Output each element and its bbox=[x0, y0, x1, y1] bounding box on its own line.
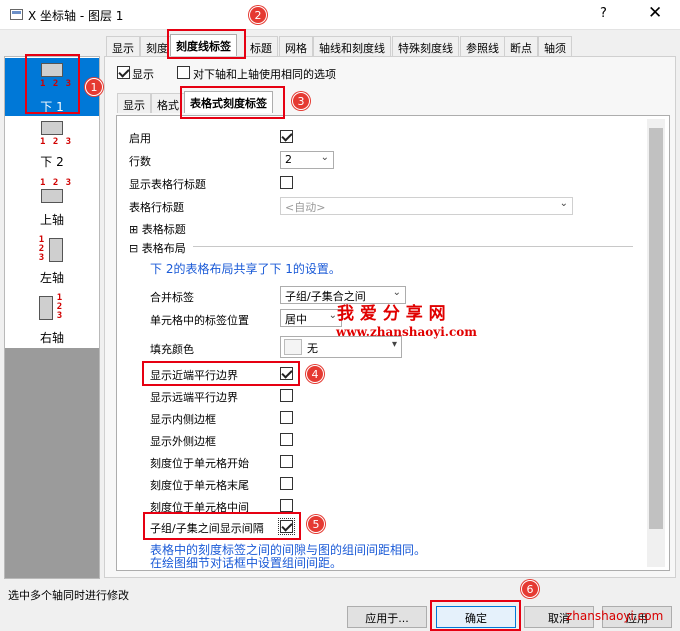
inner-border-checkbox[interactable] bbox=[280, 411, 293, 424]
status-text: 选中多个轴同时进行修改 bbox=[8, 589, 129, 602]
step-badge-3: 3 bbox=[292, 92, 310, 110]
shared-layout-note: 下 2的表格布局共享了下 1的设置。 bbox=[150, 262, 341, 276]
window-title: X 坐标轴 - 图层 1 bbox=[28, 9, 124, 23]
table-layout-label: 表格布局 bbox=[141, 242, 186, 255]
tick-start-checkbox[interactable] bbox=[280, 455, 293, 468]
rows-value: 2 bbox=[285, 153, 292, 166]
tick-labels: 1 2 3 bbox=[40, 178, 73, 188]
row-title-label: 表格行标题 bbox=[129, 201, 184, 214]
chevron-down-icon: ⌄ bbox=[328, 310, 337, 321]
axis-item-bottom-2[interactable]: 1 2 3 下 2 bbox=[5, 119, 99, 175]
chevron-down-icon: ⌄ bbox=[392, 287, 401, 298]
collapse-icon: ⊟ bbox=[129, 242, 142, 255]
axis-item-right[interactable]: 1 2 3 右轴 bbox=[5, 293, 99, 349]
show-row-title-label: 显示表格行标题 bbox=[129, 178, 206, 191]
color-swatch bbox=[284, 339, 302, 355]
axis-item-label: 左轴 bbox=[39, 271, 64, 285]
tab-tick-labels[interactable]: 刻度线标签 bbox=[170, 34, 237, 56]
close-button[interactable]: ✕ bbox=[648, 3, 662, 23]
label-position-label: 单元格中的标签位置 bbox=[150, 314, 249, 327]
fill-color-label: 填充颜色 bbox=[150, 343, 194, 356]
title-bar: X 坐标轴 - 图层 1 ? ✕ bbox=[0, 0, 680, 30]
scrollbar-thumb[interactable] bbox=[649, 128, 663, 529]
watermark-corner: zhanshaoyi.com bbox=[566, 609, 664, 623]
subtab-display[interactable]: 显示 bbox=[117, 93, 151, 113]
table-title-group[interactable]: ⊞ 表格标题 bbox=[129, 221, 186, 237]
group-divider bbox=[193, 246, 633, 247]
axis-left-icon bbox=[49, 238, 63, 262]
tick-end-label: 刻度位于单元格末尾 bbox=[150, 479, 249, 492]
label-position-value: 居中 bbox=[285, 313, 307, 326]
annotation-box-4 bbox=[142, 361, 300, 386]
tick-labels: 1 2 3 bbox=[40, 137, 73, 147]
tab-line-ticks[interactable]: 轴线和刻度线 bbox=[313, 36, 391, 56]
tick-labels: 1 2 3 bbox=[38, 235, 46, 263]
tick-labels: 1 2 3 bbox=[56, 293, 64, 321]
annotation-box-6 bbox=[430, 600, 521, 631]
show-checkbox[interactable] bbox=[117, 66, 130, 79]
step-badge-2: 2 bbox=[249, 6, 267, 24]
tick-end-checkbox[interactable] bbox=[280, 477, 293, 490]
annotation-box-1 bbox=[25, 54, 80, 114]
subtab-table-labels[interactable]: 表格式刻度标签 bbox=[184, 91, 273, 113]
table-layout-group[interactable]: ⊟ 表格布局 bbox=[129, 240, 186, 256]
same-options-label: 对下轴和上轴使用相同的选项 bbox=[193, 68, 336, 81]
axis-item-top[interactable]: 1 2 3 上轴 bbox=[5, 177, 99, 233]
gap-note-2: 在绘图细节对话框中设置组间间距。 bbox=[150, 556, 343, 570]
step-badge-5: 5 bbox=[307, 515, 325, 533]
watermark-name: 我 爱 分 享 网 bbox=[337, 304, 446, 324]
outer-border-label: 显示外侧边框 bbox=[150, 435, 216, 448]
fill-color-value: 无 bbox=[307, 342, 318, 355]
far-border-label: 显示远端平行边界 bbox=[150, 391, 238, 404]
axis-item-label: 右轴 bbox=[39, 331, 64, 345]
rows-label: 行数 bbox=[129, 155, 151, 168]
tab-rug[interactable]: 轴须 bbox=[538, 36, 572, 56]
axis-item-label: 上轴 bbox=[39, 213, 64, 227]
label-position-dropdown[interactable]: 居中 ⌄ bbox=[280, 309, 342, 327]
axis-item-left[interactable]: 1 2 3 左轴 bbox=[5, 235, 99, 291]
outer-border-checkbox[interactable] bbox=[280, 433, 293, 446]
far-border-checkbox[interactable] bbox=[280, 389, 293, 402]
row-title-dropdown[interactable]: <自动> ⌄ bbox=[280, 197, 573, 215]
tab-breaks[interactable]: 断点 bbox=[504, 36, 538, 56]
rows-dropdown[interactable]: 2 ⌄ bbox=[280, 151, 334, 169]
chevron-down-icon: ⌄ bbox=[559, 198, 568, 209]
step-badge-4: 4 bbox=[306, 365, 324, 383]
axis-item-label: 下 2 bbox=[40, 155, 64, 169]
show-label: 显示 bbox=[132, 68, 154, 81]
tick-middle-checkbox[interactable] bbox=[280, 499, 293, 512]
tab-title[interactable]: 标题 bbox=[244, 36, 278, 56]
tab-reference-lines[interactable]: 参照线 bbox=[460, 36, 505, 56]
enable-checkbox[interactable] bbox=[280, 130, 293, 143]
watermark-url: www.zhanshaoyi.com bbox=[336, 325, 477, 339]
same-options-checkbox[interactable] bbox=[177, 66, 190, 79]
axis-right-icon bbox=[39, 296, 53, 320]
expand-icon: ⊞ bbox=[129, 223, 142, 236]
caret-down-icon: ▾ bbox=[391, 339, 397, 350]
enable-label: 启用 bbox=[129, 132, 151, 145]
axis-list-empty-area bbox=[5, 348, 99, 578]
axis-bottom2-icon bbox=[41, 121, 63, 135]
annotation-box-5 bbox=[143, 512, 301, 540]
chevron-down-icon: ⌄ bbox=[320, 152, 329, 163]
help-button[interactable]: ? bbox=[600, 6, 607, 21]
inner-border-label: 显示内侧边框 bbox=[150, 413, 216, 426]
axis-top-icon bbox=[41, 189, 63, 203]
table-title-label: 表格标题 bbox=[141, 223, 186, 236]
row-title-value: <自动> bbox=[285, 201, 326, 214]
tab-grid[interactable]: 网格 bbox=[279, 36, 313, 56]
apply-to-button[interactable]: 应用于... bbox=[347, 606, 427, 628]
step-badge-6: 6 bbox=[521, 580, 539, 598]
merge-labels-label: 合并标签 bbox=[150, 291, 194, 304]
fill-color-dropdown[interactable]: 无 ▾ bbox=[280, 336, 402, 358]
step-badge-1: 1 bbox=[85, 78, 103, 96]
tick-start-label: 刻度位于单元格开始 bbox=[150, 457, 249, 470]
tab-special-ticks[interactable]: 特殊刻度线 bbox=[392, 36, 459, 56]
show-row-title-checkbox[interactable] bbox=[280, 176, 293, 189]
window-icon bbox=[10, 9, 23, 20]
tab-display[interactable]: 显示 bbox=[106, 36, 140, 56]
